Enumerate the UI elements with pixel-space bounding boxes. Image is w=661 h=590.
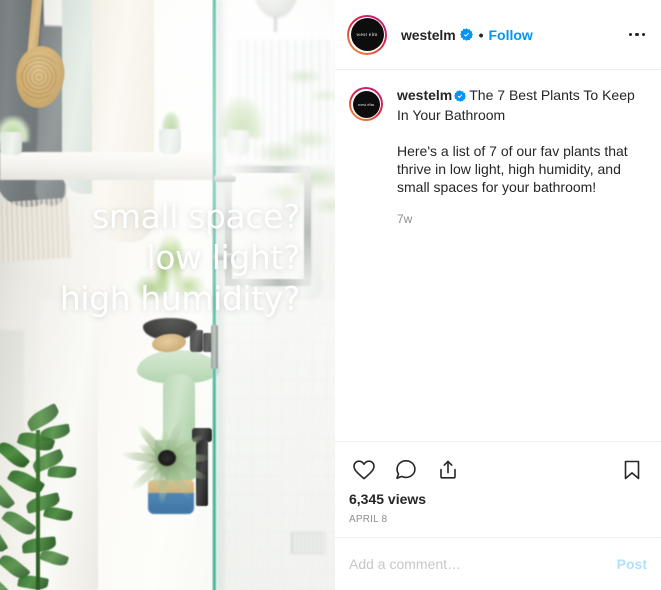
comment-bubble-icon[interactable] [391, 455, 421, 485]
heart-icon[interactable] [349, 455, 379, 485]
caption-row: west elm westelm The 7 Best Plants To Kee… [349, 86, 645, 226]
caption-area: west elm westelm The 7 Best Plants To Kee… [335, 70, 661, 441]
pedestal-bottle-one [190, 330, 203, 352]
shower-door-handle [225, 166, 311, 286]
air-plant-core [158, 450, 176, 466]
cream-towel [92, 0, 154, 242]
header-separator: • [478, 26, 484, 43]
glass-edge-shadow [217, 0, 227, 590]
caption-avatar-label: west elm [352, 90, 380, 118]
post-comment-button[interactable]: Post [607, 556, 647, 572]
view-count: 6,345 views [349, 491, 427, 507]
caption-username-link[interactable]: westelm [397, 87, 452, 103]
verified-badge-icon [454, 88, 467, 106]
zz-plant-leaf [17, 573, 49, 590]
username-link[interactable]: westelm [401, 27, 456, 43]
follow-button[interactable]: Follow [488, 27, 532, 43]
shower-glass-edge [212, 0, 217, 590]
comment-input[interactable] [349, 556, 607, 572]
instagram-post: small space? low light? high humidity? w… [0, 0, 661, 590]
caption-timestamp: 7w [397, 212, 413, 226]
post-media[interactable]: small space? low light? high humidity? [0, 0, 335, 590]
header-identity: westelm • Follow [401, 27, 619, 43]
comment-bar: Post [335, 537, 661, 590]
bookmark-icon[interactable] [617, 455, 647, 485]
avatar-inner-ring: west elm [349, 16, 385, 53]
fern-plant [128, 232, 212, 328]
ledge-pot-mid [159, 129, 181, 154]
post-header: west elm westelm • Follow [335, 0, 661, 70]
shower-door-hinge [211, 325, 218, 369]
post-actions: 6,345 views APRIL 8 [335, 441, 661, 537]
avatar-label: west elm [350, 18, 384, 51]
zz-plant-leaf [38, 547, 70, 569]
more-options-icon[interactable] [619, 27, 648, 43]
post-date: APRIL 8 [349, 514, 388, 525]
shower-handle-mount-top [214, 175, 236, 182]
more-dot-3 [641, 32, 645, 37]
post-sidebar: west elm westelm • Follow west elm weste… [335, 0, 661, 590]
more-dot-2 [635, 32, 639, 37]
verified-badge-icon [459, 28, 473, 41]
avatar[interactable]: west elm [347, 14, 387, 55]
bathroom-photo [0, 0, 335, 590]
zz-plant-leaf [0, 575, 15, 590]
zz-plant-leaf [0, 522, 9, 555]
window-ledge [0, 152, 216, 180]
caption-avatar-inner-ring: west elm [351, 89, 381, 119]
zz-plant-leaf [42, 504, 74, 524]
caption-title-line: westelm The 7 Best Plants To Keep In Your… [397, 86, 645, 124]
ledge-pot-left [0, 132, 22, 155]
shower-glass-panel [212, 0, 335, 590]
shower-handle-mount-bottom [214, 253, 236, 260]
caption-body-text: Here's a list of 7 of our fav plants tha… [397, 143, 628, 195]
more-dot-1 [628, 32, 632, 37]
zz-plant-leaf [47, 464, 77, 480]
share-icon[interactable] [433, 455, 463, 485]
zz-plant [0, 402, 88, 590]
caption-avatar[interactable]: west elm [349, 87, 383, 121]
caption-body: westelm The 7 Best Plants To Keep In Your… [397, 86, 645, 226]
zz-plant-stem [36, 430, 40, 590]
action-row [349, 450, 647, 490]
towel-fringe [0, 197, 73, 263]
